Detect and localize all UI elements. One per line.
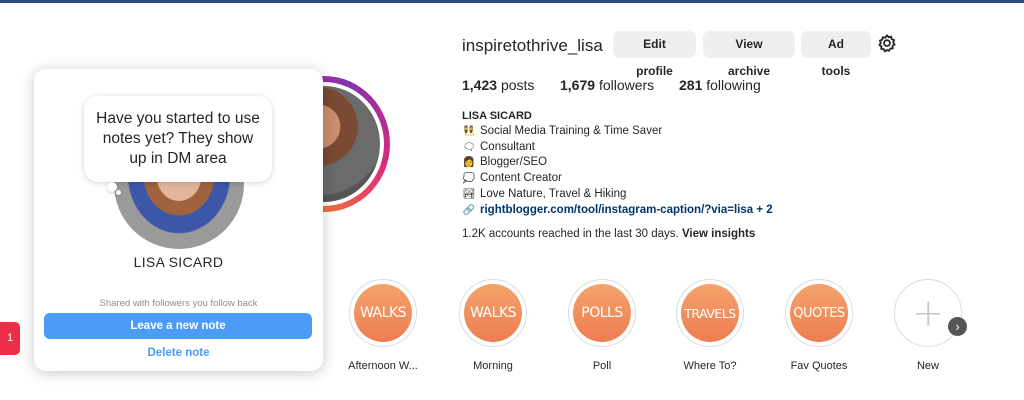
view-insights-link[interactable]: View insights <box>682 228 755 240</box>
posts-count: 1,423 <box>462 77 498 93</box>
notification-badge[interactable]: 1 <box>0 322 20 355</box>
highlight-cover-ring: QUOTES <box>785 279 853 347</box>
following-stat[interactable]: 281 following <box>679 77 761 93</box>
insights-text: 1.2K accounts reached in the last 30 day… <box>462 228 679 240</box>
highlight-label: Fav Quotes <box>790 360 848 372</box>
notes-popup: Have you started to use notes yet? They … <box>34 69 323 371</box>
bio-line: 👯 Social Media Training & Time Saver <box>462 124 773 140</box>
link-icon: 🔗 <box>462 204 476 216</box>
dancers-icon: 👯 <box>462 125 476 137</box>
bio-line-text: Content Creator <box>480 172 562 185</box>
landscape-icon: 🏞 <box>462 188 476 200</box>
followers-stat[interactable]: 1,679 followers <box>560 77 654 93</box>
bio-name: LISA SICARD <box>462 110 532 122</box>
highlight-item[interactable]: POLLS Poll <box>562 279 642 372</box>
highlight-cover-ring: POLLS <box>568 279 636 347</box>
bio-link[interactable]: rightblogger.com/tool/instagram-caption/… <box>480 204 773 216</box>
following-label: following <box>706 77 761 93</box>
highlight-cover: QUOTES <box>790 284 848 342</box>
highlight-cover: WALKS <box>354 284 412 342</box>
view-archive-button[interactable]: View archive <box>703 31 795 78</box>
delete-note-button[interactable]: Delete note <box>34 347 323 359</box>
shared-with-text: Shared with followers you follow back <box>99 298 258 309</box>
thought-bubble-icon: 💭 <box>462 173 476 185</box>
highlight-label: Where To? <box>683 360 737 372</box>
following-count: 281 <box>679 77 703 93</box>
profile-bio: LISA SICARD 👯 Social Media Training & Tim… <box>462 109 773 219</box>
followers-label: followers <box>598 77 655 93</box>
highlight-item[interactable]: QUOTES Fav Quotes <box>779 279 859 372</box>
note-bubble[interactable]: Have you started to use notes yet? They … <box>84 96 272 182</box>
bio-line-text: Consultant <box>480 140 535 153</box>
highlight-cover-ring: TRAVELS <box>676 279 744 347</box>
bio-line: 💭 Content Creator <box>462 171 773 187</box>
bubble-tail-dot-small <box>116 190 121 195</box>
popup-name: LISA SICARD <box>133 254 224 270</box>
highlight-cover: WALKS <box>464 284 522 342</box>
plus-icon: + <box>899 284 957 342</box>
speech-bubble-icon: 🗨 <box>462 141 476 153</box>
top-bar <box>0 0 1024 3</box>
bio-line: 🗨 Consultant <box>462 140 773 156</box>
leave-new-note-button[interactable]: Leave a new note <box>44 313 312 339</box>
ad-tools-button[interactable]: Ad tools <box>801 31 871 78</box>
bio-line-text: Social Media Training & Time Saver <box>480 124 663 137</box>
highlight-item[interactable]: WALKS Afternoon W... <box>343 279 423 372</box>
highlight-item[interactable]: TRAVELS Where To? <box>670 279 750 372</box>
bio-link-row: 🔗 rightblogger.com/tool/instagram-caption… <box>462 203 773 219</box>
highlight-label: Morning <box>473 360 513 372</box>
highlight-label: Poll <box>592 360 612 372</box>
highlight-cover: POLLS <box>573 284 631 342</box>
bio-line: 🏞 Love Nature, Travel & Hiking <box>462 187 773 203</box>
highlight-item[interactable]: WALKS Morning <box>453 279 533 372</box>
bio-line-text: Blogger/SEO <box>480 156 548 169</box>
highlight-cover-ring: WALKS <box>459 279 527 347</box>
person-icon: 👩 <box>462 157 476 169</box>
chevron-right-icon[interactable]: › <box>948 317 967 336</box>
highlight-label: New <box>916 360 939 372</box>
insights-row: 1.2K accounts reached in the last 30 day… <box>462 228 755 240</box>
bio-line: 👩 Blogger/SEO <box>462 155 773 171</box>
bio-line-text: Love Nature, Travel & Hiking <box>480 187 627 200</box>
gear-icon[interactable] <box>876 33 898 55</box>
highlight-cover-ring: WALKS <box>349 279 417 347</box>
edit-profile-button[interactable]: Edit profile <box>613 31 696 78</box>
highlight-label: Afternoon W... <box>348 360 418 372</box>
posts-stat[interactable]: 1,423 posts <box>462 77 534 93</box>
profile-username: inspiretothrive_lisa <box>462 36 603 55</box>
followers-count: 1,679 <box>560 77 596 93</box>
highlight-cover: TRAVELS <box>681 284 739 342</box>
highlight-cover-ring: + <box>894 279 962 347</box>
posts-label: posts <box>500 77 535 93</box>
